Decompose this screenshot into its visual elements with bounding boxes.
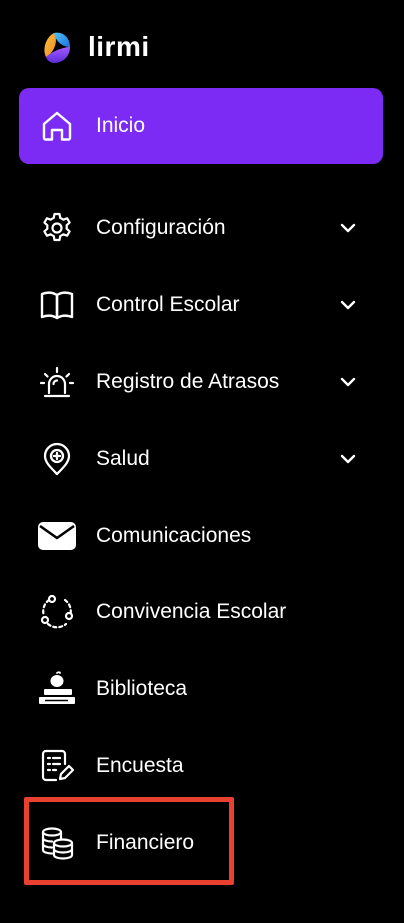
nav-item-encuesta[interactable]: Encuesta bbox=[19, 728, 383, 804]
chevron-down-icon[interactable] bbox=[339, 373, 357, 391]
nav-label: Control Escolar bbox=[96, 293, 240, 316]
chevron-down-icon[interactable] bbox=[339, 219, 357, 237]
lirmi-logo-icon bbox=[38, 27, 78, 67]
nav-item-convivencia-escolar[interactable]: Convivencia Escolar bbox=[19, 574, 383, 650]
alarm-light-icon bbox=[38, 363, 76, 401]
nav-label: Registro de Atrasos bbox=[96, 370, 280, 393]
nav-item-registro-atrasos[interactable]: Registro de Atrasos bbox=[19, 344, 383, 420]
brand-name: lirmi bbox=[88, 31, 150, 62]
book-icon bbox=[38, 286, 76, 324]
nav-item-salud[interactable]: Salud bbox=[19, 421, 383, 497]
nav-item-control-escolar[interactable]: Control Escolar bbox=[19, 267, 383, 343]
survey-icon bbox=[38, 747, 76, 785]
gear-icon bbox=[38, 209, 76, 247]
nav-item-inicio[interactable]: Inicio bbox=[19, 88, 383, 164]
nav-label: Convivencia Escolar bbox=[96, 600, 287, 623]
nav-label: Comunicaciones bbox=[96, 524, 252, 547]
sidebar: lirmi Inicio Configuración Control Escol… bbox=[0, 0, 404, 923]
nav-item-configuracion[interactable]: Configuración bbox=[19, 190, 383, 266]
nav-label: Financiero bbox=[96, 831, 195, 854]
network-circle-icon bbox=[38, 593, 76, 631]
home-icon bbox=[38, 107, 76, 145]
health-pin-icon bbox=[38, 440, 76, 478]
nav-label: Biblioteca bbox=[96, 677, 188, 700]
nav-label: Salud bbox=[96, 447, 150, 470]
books-apple-icon bbox=[38, 670, 76, 708]
nav-item-financiero[interactable]: Financiero bbox=[19, 805, 383, 881]
brand[interactable]: lirmi bbox=[38, 26, 150, 68]
nav-label: Configuración bbox=[96, 216, 226, 239]
chevron-down-icon[interactable] bbox=[339, 450, 357, 468]
chevron-down-icon[interactable] bbox=[339, 296, 357, 314]
nav-label: Inicio bbox=[96, 114, 146, 137]
nav-label: Encuesta bbox=[96, 754, 184, 777]
coins-stack-icon bbox=[38, 824, 76, 862]
envelope-icon bbox=[38, 517, 76, 555]
nav-item-biblioteca[interactable]: Biblioteca bbox=[19, 651, 383, 727]
nav-item-comunicaciones[interactable]: Comunicaciones bbox=[19, 498, 383, 574]
